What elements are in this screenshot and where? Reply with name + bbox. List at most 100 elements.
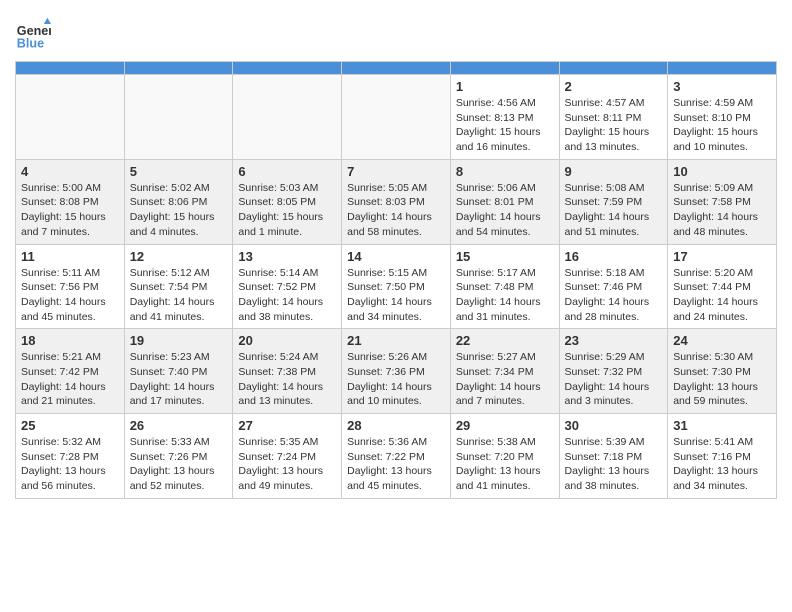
day-info: Sunrise: 5:36 AM Sunset: 7:22 PM Dayligh…: [347, 435, 445, 494]
day-info: Sunrise: 5:21 AM Sunset: 7:42 PM Dayligh…: [21, 350, 119, 409]
day-number: 10: [673, 164, 771, 179]
calendar-cell-w3-d4: 15Sunrise: 5:17 AM Sunset: 7:48 PM Dayli…: [450, 244, 559, 329]
calendar-header: [16, 62, 777, 75]
calendar-cell-w2-d5: 9Sunrise: 5:08 AM Sunset: 7:59 PM Daylig…: [559, 159, 668, 244]
day-number: 23: [565, 333, 663, 348]
day-info: Sunrise: 5:11 AM Sunset: 7:56 PM Dayligh…: [21, 266, 119, 325]
calendar-cell-w4-d0: 18 Sunrise: 5:21 AM Sunset: 7:42 PM Dayli…: [16, 329, 125, 414]
day-number: 24: [673, 333, 771, 348]
calendar-cell-w4-d6: 24 Sunrise: 5:30 AM Sunset: 7:30 PM Dayli…: [668, 329, 777, 414]
calendar-cell-w3-d0: 11Sunrise: 5:11 AM Sunset: 7:56 PM Dayli…: [16, 244, 125, 329]
day-info: Sunrise: 5:09 AM Sunset: 7:58 PM Dayligh…: [673, 181, 771, 240]
calendar-cell-w3-d2: 13 Sunrise: 5:14 AM Sunset: 7:52 PM Dayli…: [233, 244, 342, 329]
calendar-cell-w5-d1: 26Sunrise: 5:33 AM Sunset: 7:26 PM Dayli…: [124, 414, 233, 499]
day-info: Sunrise: 5:14 AM Sunset: 7:52 PM Dayligh…: [238, 266, 336, 325]
day-number: 21: [347, 333, 445, 348]
day-info: Sunrise: 5:02 AM Sunset: 8:06 PM Dayligh…: [130, 181, 228, 240]
day-number: 26: [130, 418, 228, 433]
calendar-cell-w5-d6: 31 Sunrise: 5:41 AM Sunset: 7:16 PM Dayli…: [668, 414, 777, 499]
calendar-cell-w1-d3: [342, 75, 451, 160]
day-number: 30: [565, 418, 663, 433]
day-info: Sunrise: 5:38 AM Sunset: 7:20 PM Dayligh…: [456, 435, 554, 494]
day-info: Sunrise: 5:03 AM Sunset: 8:05 PM Dayligh…: [238, 181, 336, 240]
calendar-cell-w4-d3: 21 Sunrise: 5:26 AM Sunset: 7:36 PM Dayli…: [342, 329, 451, 414]
day-number: 19: [130, 333, 228, 348]
day-number: 1: [456, 79, 554, 94]
day-number: 18: [21, 333, 119, 348]
calendar-cell-w2-d3: 7 Sunrise: 5:05 AM Sunset: 8:03 PM Daylig…: [342, 159, 451, 244]
calendar-cell-w2-d4: 8 Sunrise: 5:06 AM Sunset: 8:01 PM Daylig…: [450, 159, 559, 244]
header-sunday: [16, 62, 125, 75]
day-number: 3: [673, 79, 771, 94]
week-row-2: 4 Sunrise: 5:00 AM Sunset: 8:08 PM Daylig…: [16, 159, 777, 244]
day-info: Sunrise: 5:20 AM Sunset: 7:44 PM Dayligh…: [673, 266, 771, 325]
day-info: Sunrise: 4:56 AM Sunset: 8:13 PM Dayligh…: [456, 96, 554, 155]
day-info: Sunrise: 5:12 AM Sunset: 7:54 PM Dayligh…: [130, 266, 228, 325]
day-info: Sunrise: 5:05 AM Sunset: 8:03 PM Dayligh…: [347, 181, 445, 240]
header-friday: [559, 62, 668, 75]
calendar-cell-w5-d3: 28Sunrise: 5:36 AM Sunset: 7:22 PM Dayli…: [342, 414, 451, 499]
day-number: 8: [456, 164, 554, 179]
calendar-cell-w4-d5: 23 Sunrise: 5:29 AM Sunset: 7:32 PM Dayli…: [559, 329, 668, 414]
logo: General Blue: [15, 15, 51, 51]
day-number: 2: [565, 79, 663, 94]
calendar-cell-w2-d6: 10 Sunrise: 5:09 AM Sunset: 7:58 PM Dayli…: [668, 159, 777, 244]
week-row-3: 11Sunrise: 5:11 AM Sunset: 7:56 PM Dayli…: [16, 244, 777, 329]
day-number: 22: [456, 333, 554, 348]
day-number: 5: [130, 164, 228, 179]
calendar-cell-w4-d2: 20 Sunrise: 5:24 AM Sunset: 7:38 PM Dayli…: [233, 329, 342, 414]
calendar-cell-w1-d2: [233, 75, 342, 160]
day-info: Sunrise: 5:29 AM Sunset: 7:32 PM Dayligh…: [565, 350, 663, 409]
calendar-cell-w3-d5: 16 Sunrise: 5:18 AM Sunset: 7:46 PM Dayli…: [559, 244, 668, 329]
day-info: Sunrise: 5:24 AM Sunset: 7:38 PM Dayligh…: [238, 350, 336, 409]
day-number: 13: [238, 249, 336, 264]
calendar-cell-w3-d3: 14 Sunrise: 5:15 AM Sunset: 7:50 PM Dayli…: [342, 244, 451, 329]
calendar-cell-w4-d4: 22 Sunrise: 5:27 AM Sunset: 7:34 PM Dayli…: [450, 329, 559, 414]
day-info: Sunrise: 5:41 AM Sunset: 7:16 PM Dayligh…: [673, 435, 771, 494]
day-number: 4: [21, 164, 119, 179]
day-info: Sunrise: 5:35 AM Sunset: 7:24 PM Dayligh…: [238, 435, 336, 494]
day-info: Sunrise: 5:17 AM Sunset: 7:48 PM Dayligh…: [456, 266, 554, 325]
day-info: Sunrise: 5:15 AM Sunset: 7:50 PM Dayligh…: [347, 266, 445, 325]
page-header: General Blue: [15, 15, 777, 51]
calendar-cell-w1-d1: [124, 75, 233, 160]
day-number: 20: [238, 333, 336, 348]
header-wednesday: [342, 62, 451, 75]
week-row-5: 25Sunrise: 5:32 AM Sunset: 7:28 PM Dayli…: [16, 414, 777, 499]
logo-icon: General Blue: [15, 15, 51, 51]
calendar-cell-w1-d4: 1 Sunrise: 4:56 AM Sunset: 8:13 PM Daylig…: [450, 75, 559, 160]
calendar-cell-w2-d0: 4 Sunrise: 5:00 AM Sunset: 8:08 PM Daylig…: [16, 159, 125, 244]
week-row-4: 18 Sunrise: 5:21 AM Sunset: 7:42 PM Dayli…: [16, 329, 777, 414]
calendar-table: 1 Sunrise: 4:56 AM Sunset: 8:13 PM Daylig…: [15, 61, 777, 499]
day-info: Sunrise: 5:18 AM Sunset: 7:46 PM Dayligh…: [565, 266, 663, 325]
calendar-cell-w4-d1: 19Sunrise: 5:23 AM Sunset: 7:40 PM Dayli…: [124, 329, 233, 414]
day-info: Sunrise: 5:26 AM Sunset: 7:36 PM Dayligh…: [347, 350, 445, 409]
calendar-cell-w5-d4: 29 Sunrise: 5:38 AM Sunset: 7:20 PM Dayli…: [450, 414, 559, 499]
calendar-cell-w3-d6: 17Sunrise: 5:20 AM Sunset: 7:44 PM Dayli…: [668, 244, 777, 329]
day-number: 14: [347, 249, 445, 264]
day-number: 31: [673, 418, 771, 433]
day-number: 12: [130, 249, 228, 264]
calendar-cell-w3-d1: 12 Sunrise: 5:12 AM Sunset: 7:54 PM Dayli…: [124, 244, 233, 329]
day-number: 6: [238, 164, 336, 179]
svg-text:Blue: Blue: [17, 36, 44, 50]
day-info: Sunrise: 5:39 AM Sunset: 7:18 PM Dayligh…: [565, 435, 663, 494]
day-info: Sunrise: 5:30 AM Sunset: 7:30 PM Dayligh…: [673, 350, 771, 409]
calendar-body: 1 Sunrise: 4:56 AM Sunset: 8:13 PM Daylig…: [16, 75, 777, 499]
calendar-cell-w2-d1: 5 Sunrise: 5:02 AM Sunset: 8:06 PM Daylig…: [124, 159, 233, 244]
day-info: Sunrise: 4:59 AM Sunset: 8:10 PM Dayligh…: [673, 96, 771, 155]
calendar-cell-w1-d6: 3 Sunrise: 4:59 AM Sunset: 8:10 PM Daylig…: [668, 75, 777, 160]
weekday-header-row: [16, 62, 777, 75]
header-monday: [124, 62, 233, 75]
calendar-cell-w2-d2: 6 Sunrise: 5:03 AM Sunset: 8:05 PM Daylig…: [233, 159, 342, 244]
day-number: 29: [456, 418, 554, 433]
day-info: Sunrise: 5:27 AM Sunset: 7:34 PM Dayligh…: [456, 350, 554, 409]
day-number: 16: [565, 249, 663, 264]
header-thursday: [450, 62, 559, 75]
day-info: Sunrise: 5:00 AM Sunset: 8:08 PM Dayligh…: [21, 181, 119, 240]
day-number: 9: [565, 164, 663, 179]
calendar-cell-w5-d2: 27Sunrise: 5:35 AM Sunset: 7:24 PM Dayli…: [233, 414, 342, 499]
header-tuesday: [233, 62, 342, 75]
day-number: 7: [347, 164, 445, 179]
day-info: Sunrise: 5:06 AM Sunset: 8:01 PM Dayligh…: [456, 181, 554, 240]
